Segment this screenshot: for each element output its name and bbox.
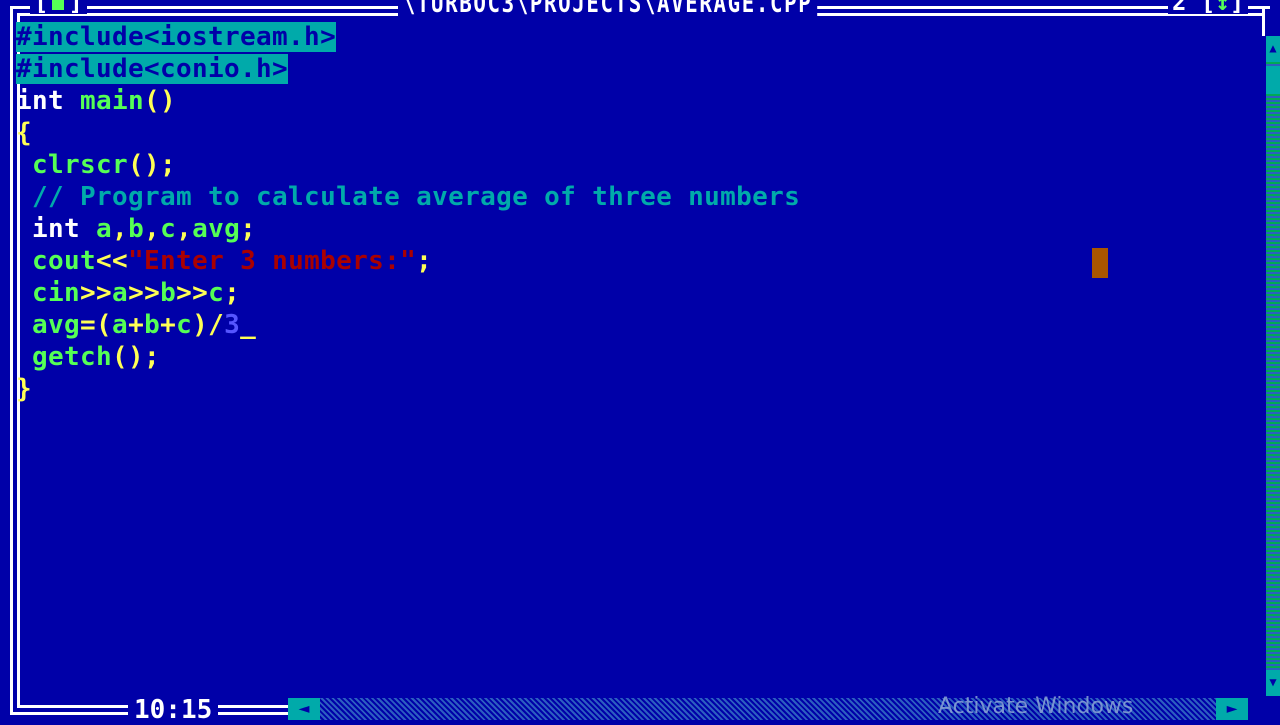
code-token: ; bbox=[240, 214, 257, 244]
code-token: =( bbox=[80, 310, 113, 340]
code-line[interactable]: int main() bbox=[16, 85, 800, 117]
code-token: , bbox=[112, 214, 129, 244]
code-line[interactable]: getch(); bbox=[16, 341, 800, 373]
code-token: c bbox=[208, 278, 225, 308]
code-line[interactable]: cout<<"Enter 3 numbers:"; bbox=[16, 245, 800, 277]
code-token: , bbox=[144, 214, 161, 244]
code-token: #include<iostream.h> bbox=[16, 22, 337, 52]
code-line[interactable]: { bbox=[16, 117, 800, 149]
code-token: cout bbox=[32, 246, 97, 276]
code-token: int bbox=[16, 214, 97, 244]
code-token: (); bbox=[112, 342, 161, 372]
code-line[interactable]: // Program to calculate average of three… bbox=[16, 181, 800, 213]
code-token: // Program to calculate average of three… bbox=[16, 182, 801, 212]
code-line[interactable]: avg=(a+b+c)/3_ bbox=[16, 309, 800, 341]
code-token: b bbox=[160, 278, 177, 308]
scroll-right-arrow-icon[interactable]: ► bbox=[1216, 698, 1248, 720]
code-line[interactable]: cin>>a>>b>>c; bbox=[16, 277, 800, 309]
close-icon bbox=[52, 0, 65, 10]
close-box-button[interactable]: [] bbox=[30, 0, 87, 14]
code-token: getch bbox=[32, 342, 113, 372]
turbo-cpp-editor-window: [] \TURBOC3\PROJECTS\AVERAGE.CPP 2 [↕] #… bbox=[0, 0, 1280, 723]
mouse-cursor-block bbox=[1092, 248, 1108, 278]
text-cursor: _ bbox=[240, 310, 257, 340]
code-token: "Enter 3 numbers:" bbox=[128, 246, 417, 276]
code-token: >> bbox=[80, 278, 113, 308]
code-token: >> bbox=[176, 278, 209, 308]
code-token: )/ bbox=[192, 310, 225, 340]
code-token: main bbox=[80, 86, 145, 116]
zoom-bracket-open: [ bbox=[1200, 0, 1216, 16]
code-token: c bbox=[160, 214, 177, 244]
vertical-scroll-thumb[interactable] bbox=[1266, 66, 1280, 94]
zoom-bracket-close: ] bbox=[1229, 0, 1245, 16]
code-token: << bbox=[96, 246, 129, 276]
code-line[interactable]: int a,b,c,avg; bbox=[16, 213, 800, 245]
window-title: \TURBOC3\PROJECTS\AVERAGE.CPP bbox=[398, 0, 818, 17]
frame-right bbox=[1262, 6, 1265, 36]
code-token: b bbox=[144, 310, 161, 340]
code-token: + bbox=[160, 310, 177, 340]
code-line[interactable]: #include<iostream.h> bbox=[16, 21, 800, 53]
activate-windows-watermark: Activate Windows bbox=[938, 694, 1134, 719]
code-token: >> bbox=[128, 278, 161, 308]
code-token: b bbox=[128, 214, 145, 244]
frame-left-outer bbox=[10, 6, 13, 712]
vertical-scrollbar[interactable]: ▲ ▼ bbox=[1266, 36, 1280, 696]
code-token: a bbox=[112, 310, 129, 340]
code-token: () bbox=[144, 86, 177, 116]
code-token: a bbox=[112, 278, 129, 308]
code-line[interactable]: clrscr(); bbox=[16, 149, 800, 181]
code-token: 3 bbox=[224, 310, 241, 340]
code-token: } bbox=[16, 374, 33, 404]
code-line[interactable]: } bbox=[16, 373, 800, 405]
code-token: (); bbox=[128, 150, 177, 180]
zoom-button[interactable]: [↕] bbox=[1201, 0, 1244, 16]
code-token: + bbox=[128, 310, 145, 340]
code-token: int bbox=[16, 86, 81, 116]
window-number: 2 bbox=[1172, 0, 1187, 16]
code-token: c bbox=[176, 310, 193, 340]
code-token: ; bbox=[224, 278, 241, 308]
code-token: { bbox=[16, 118, 33, 148]
code-line[interactable]: #include<conio.h> bbox=[16, 53, 800, 85]
code-token: , bbox=[176, 214, 193, 244]
code-token: ; bbox=[416, 246, 433, 276]
window-number-and-zoom: 2 [↕] bbox=[1168, 0, 1249, 16]
code-token: avg bbox=[32, 310, 81, 340]
scroll-left-arrow-icon[interactable]: ◄ bbox=[288, 698, 320, 720]
code-editor-area[interactable]: #include<iostream.h> #include<conio.h> int… bbox=[16, 21, 800, 405]
code-token: avg bbox=[192, 214, 241, 244]
code-token: cin bbox=[32, 278, 81, 308]
zoom-arrow-icon: ↕ bbox=[1215, 0, 1230, 16]
code-token: a bbox=[96, 214, 113, 244]
scroll-down-arrow-icon[interactable]: ▼ bbox=[1266, 670, 1280, 696]
code-token: #include<conio.h> bbox=[16, 54, 289, 84]
scroll-up-arrow-icon[interactable]: ▲ bbox=[1266, 36, 1280, 62]
code-token: clrscr bbox=[32, 150, 129, 180]
cursor-position-indicator: 10:15 bbox=[128, 697, 219, 723]
